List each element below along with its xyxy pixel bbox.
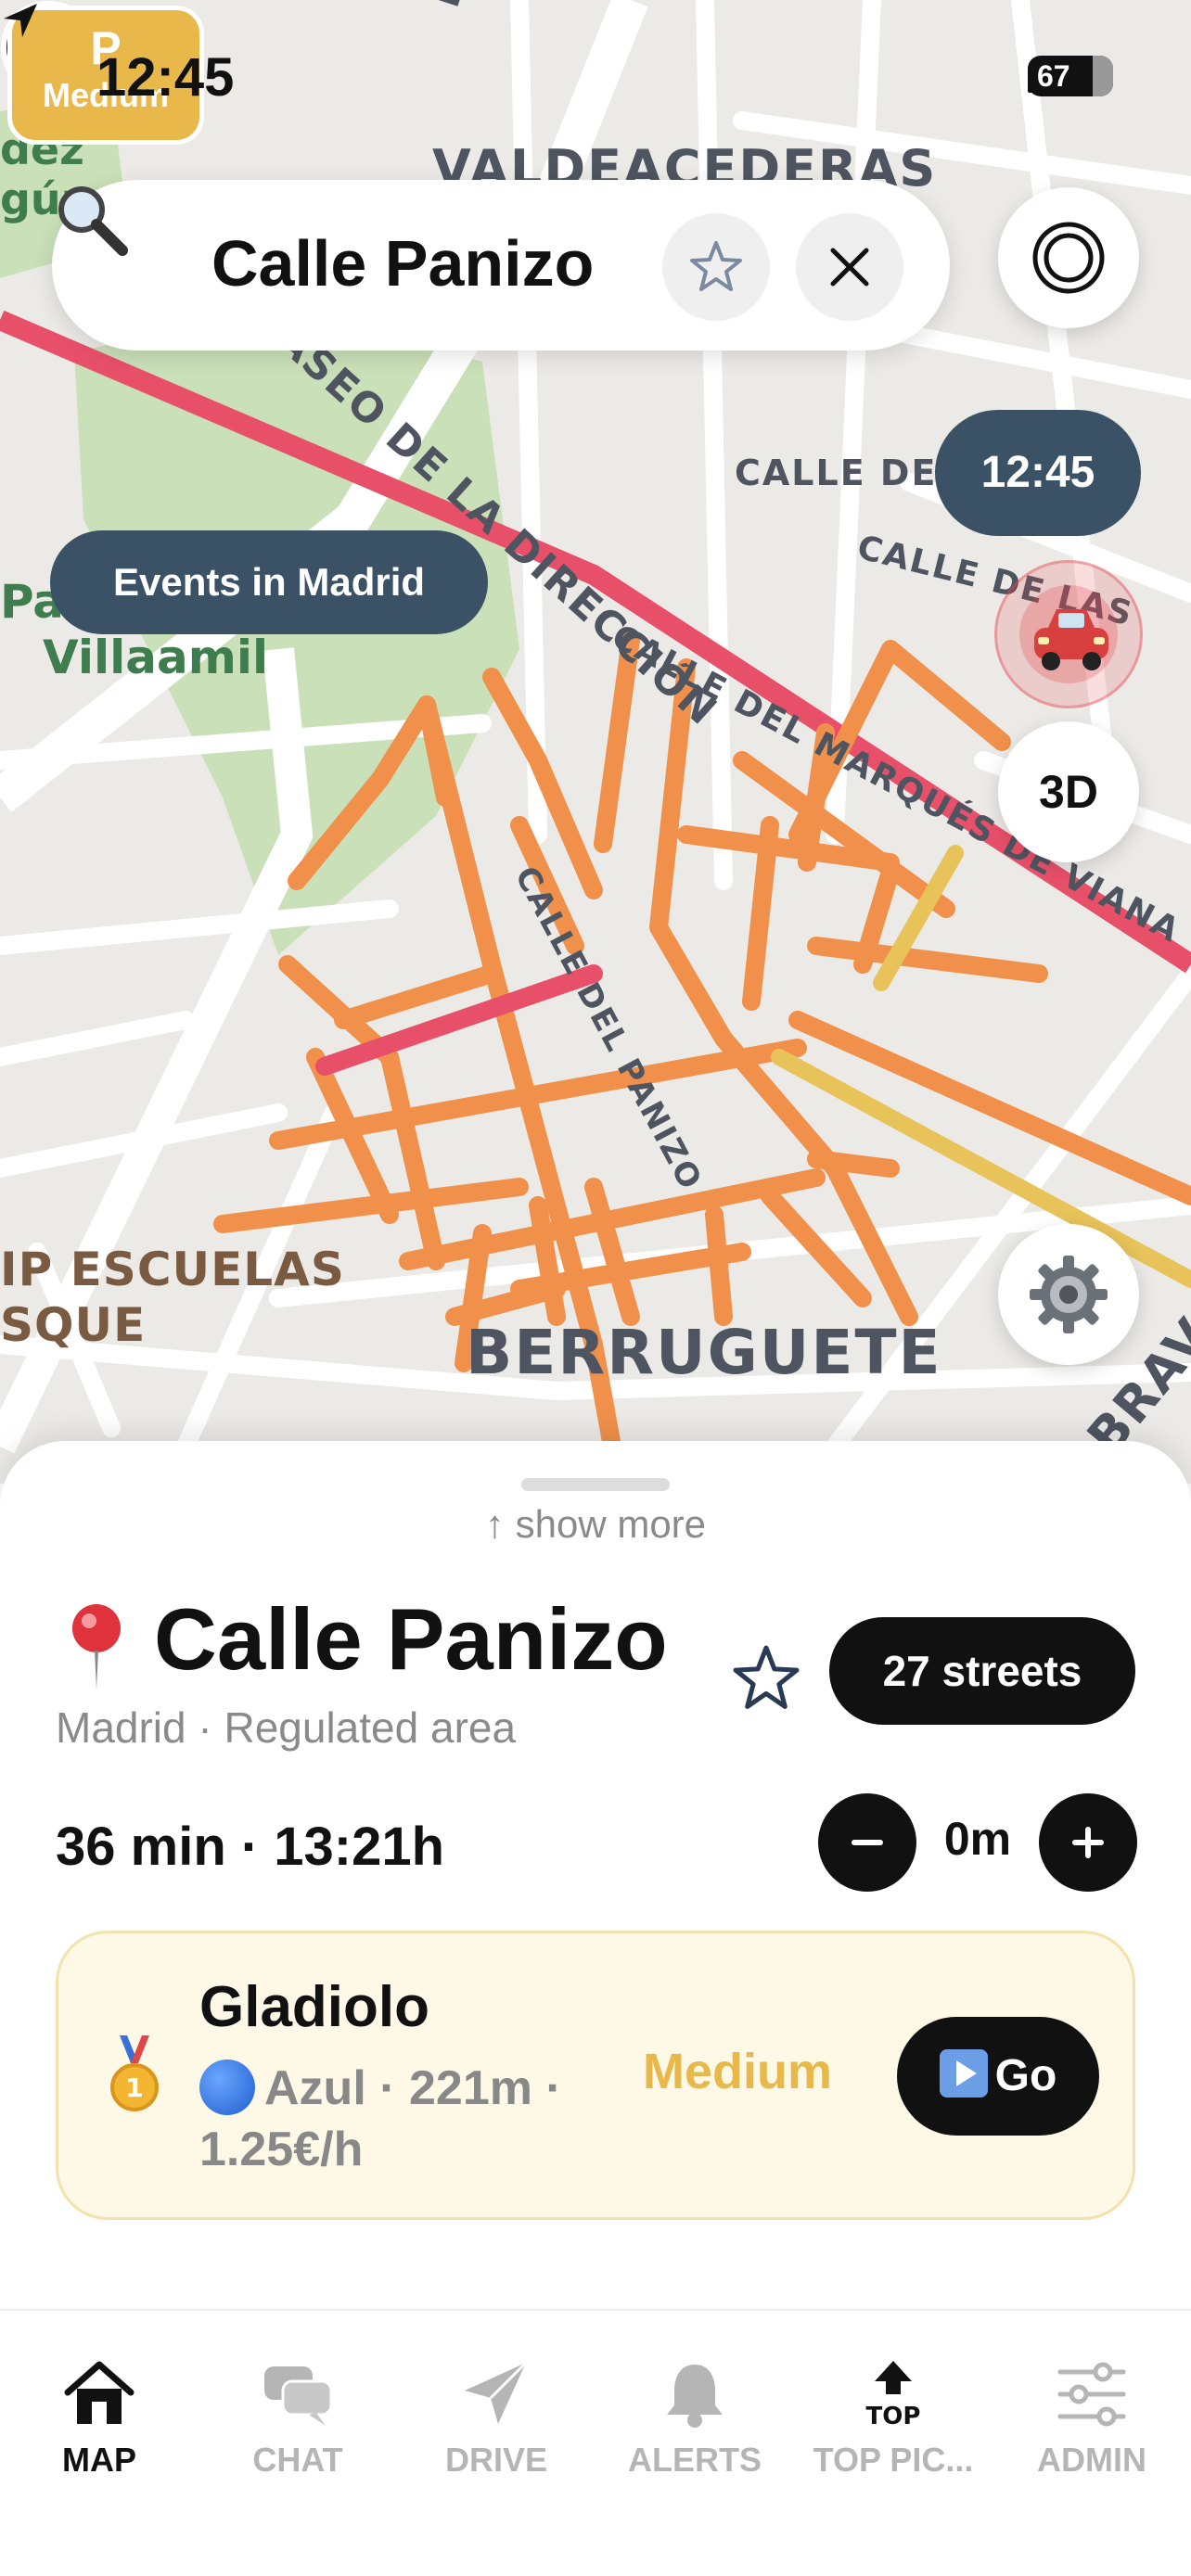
top-icon-text: TOP [866, 2403, 921, 2430]
tab-label: MAP [62, 2441, 136, 2479]
streets-count-button[interactable]: 27 streets [829, 1617, 1135, 1725]
target-icon [1032, 222, 1105, 294]
map-label-berruguete: BERRUGUETE [466, 1317, 942, 1388]
parking-spot-card[interactable]: 1 Gladiolo Azul · 221m · 1.25€/h Medium … [56, 1931, 1135, 2220]
gear-icon [1030, 1256, 1108, 1333]
battery-indicator: 67 [1028, 56, 1113, 96]
tab-alerts[interactable]: ALERTS [596, 2311, 794, 2496]
distance-value: 0m [943, 1813, 1012, 1865]
tab-label: TOP PIC... [813, 2441, 974, 2479]
tab-admin[interactable]: ADMIN [992, 2311, 1191, 2496]
map-label-escuelas: IP ESCUELAS [0, 1243, 345, 1296]
tab-label: ADMIN [1037, 2441, 1146, 2479]
tab-chat[interactable]: CHAT [198, 2311, 397, 2496]
go-label: Go [994, 2051, 1057, 2100]
plus-icon [1072, 1827, 1104, 1858]
play-icon [939, 2049, 988, 2098]
parking-duration: 36 min · 13:21h [56, 1817, 445, 1877]
top-arrow-icon: TOP [866, 2361, 921, 2430]
search-input[interactable]: Calle Panizo [211, 226, 594, 300]
map-label-calle-de: CALLE DE [735, 453, 938, 493]
decrease-distance-button[interactable] [818, 1793, 916, 1892]
map-settings-button[interactable] [998, 1224, 1139, 1365]
tab-label: CHAT [252, 2441, 343, 2479]
medal-icon: 1 [110, 2035, 159, 2111]
time-pill[interactable]: 12:45 [935, 410, 1141, 536]
location-arrow-icon [4, 4, 37, 37]
sliders-icon [1057, 2362, 1126, 2427]
car-alert-marker[interactable] [994, 560, 1143, 708]
record-button[interactable] [998, 187, 1139, 328]
spot-name: Gladiolo [199, 1975, 429, 2039]
minus-icon [852, 1840, 883, 1845]
bell-icon [667, 2365, 723, 2428]
place-title: Calle Panizo [154, 1590, 668, 1688]
pushpin-icon [72, 1604, 121, 1690]
map-label-park-villaamil: Villaamil [43, 631, 269, 684]
spot-availability-level: Medium [643, 2044, 833, 2099]
status-time: 12:45 [96, 47, 235, 108]
star-icon [690, 241, 742, 291]
status-icons: 67 [1028, 56, 1113, 96]
star-icon[interactable] [731, 1643, 801, 1714]
show-more-link[interactable]: ↑ show more [0, 1502, 1191, 1547]
map-label-sque: SQUE [0, 1298, 147, 1352]
search-icon [58, 186, 128, 256]
chat-icon [264, 2366, 333, 2426]
car-icon [1034, 609, 1108, 670]
tab-top-picks[interactable]: TOP TOP PIC... [794, 2311, 992, 2496]
increase-distance-button[interactable] [1039, 1793, 1137, 1892]
tab-label: ALERTS [628, 2441, 762, 2479]
home-icon [64, 2361, 134, 2424]
send-icon [465, 2361, 528, 2424]
map-view[interactable]: VALDEACEDERAS PASEO DE LA DIRECCIÓN CALL… [0, 0, 1191, 1484]
spot-meta: Azul · 221m · 1.25€/h [199, 2058, 589, 2180]
tab-bar: MAP CHAT DRIVE ALERTS TOP TOP PIC... ADM… [0, 2309, 1191, 2576]
svg-text:1: 1 [125, 2072, 143, 2103]
events-button[interactable]: Events in Madrid [50, 530, 488, 634]
tab-drive[interactable]: DRIVE [397, 2311, 596, 2496]
sheet-handle[interactable] [521, 1478, 670, 1491]
tab-map[interactable]: MAP [0, 2311, 198, 2496]
view-3d-button[interactable]: 3D [998, 721, 1139, 862]
clear-search-button[interactable] [796, 213, 903, 321]
tab-label: DRIVE [444, 2441, 548, 2479]
favorite-button[interactable] [662, 213, 770, 321]
close-icon [830, 248, 869, 287]
blue-zone-icon [199, 2060, 255, 2115]
go-button[interactable]: Go [897, 2017, 1099, 2136]
search-bar[interactable]: Calle Panizo [52, 180, 950, 351]
bottom-sheet[interactable]: ↑ show more Calle Panizo 27 streets Madr… [0, 1441, 1191, 2309]
status-bar: P Medium 12:45 67 [0, 0, 1191, 158]
place-subtitle: Madrid · Regulated area [56, 1703, 517, 1752]
